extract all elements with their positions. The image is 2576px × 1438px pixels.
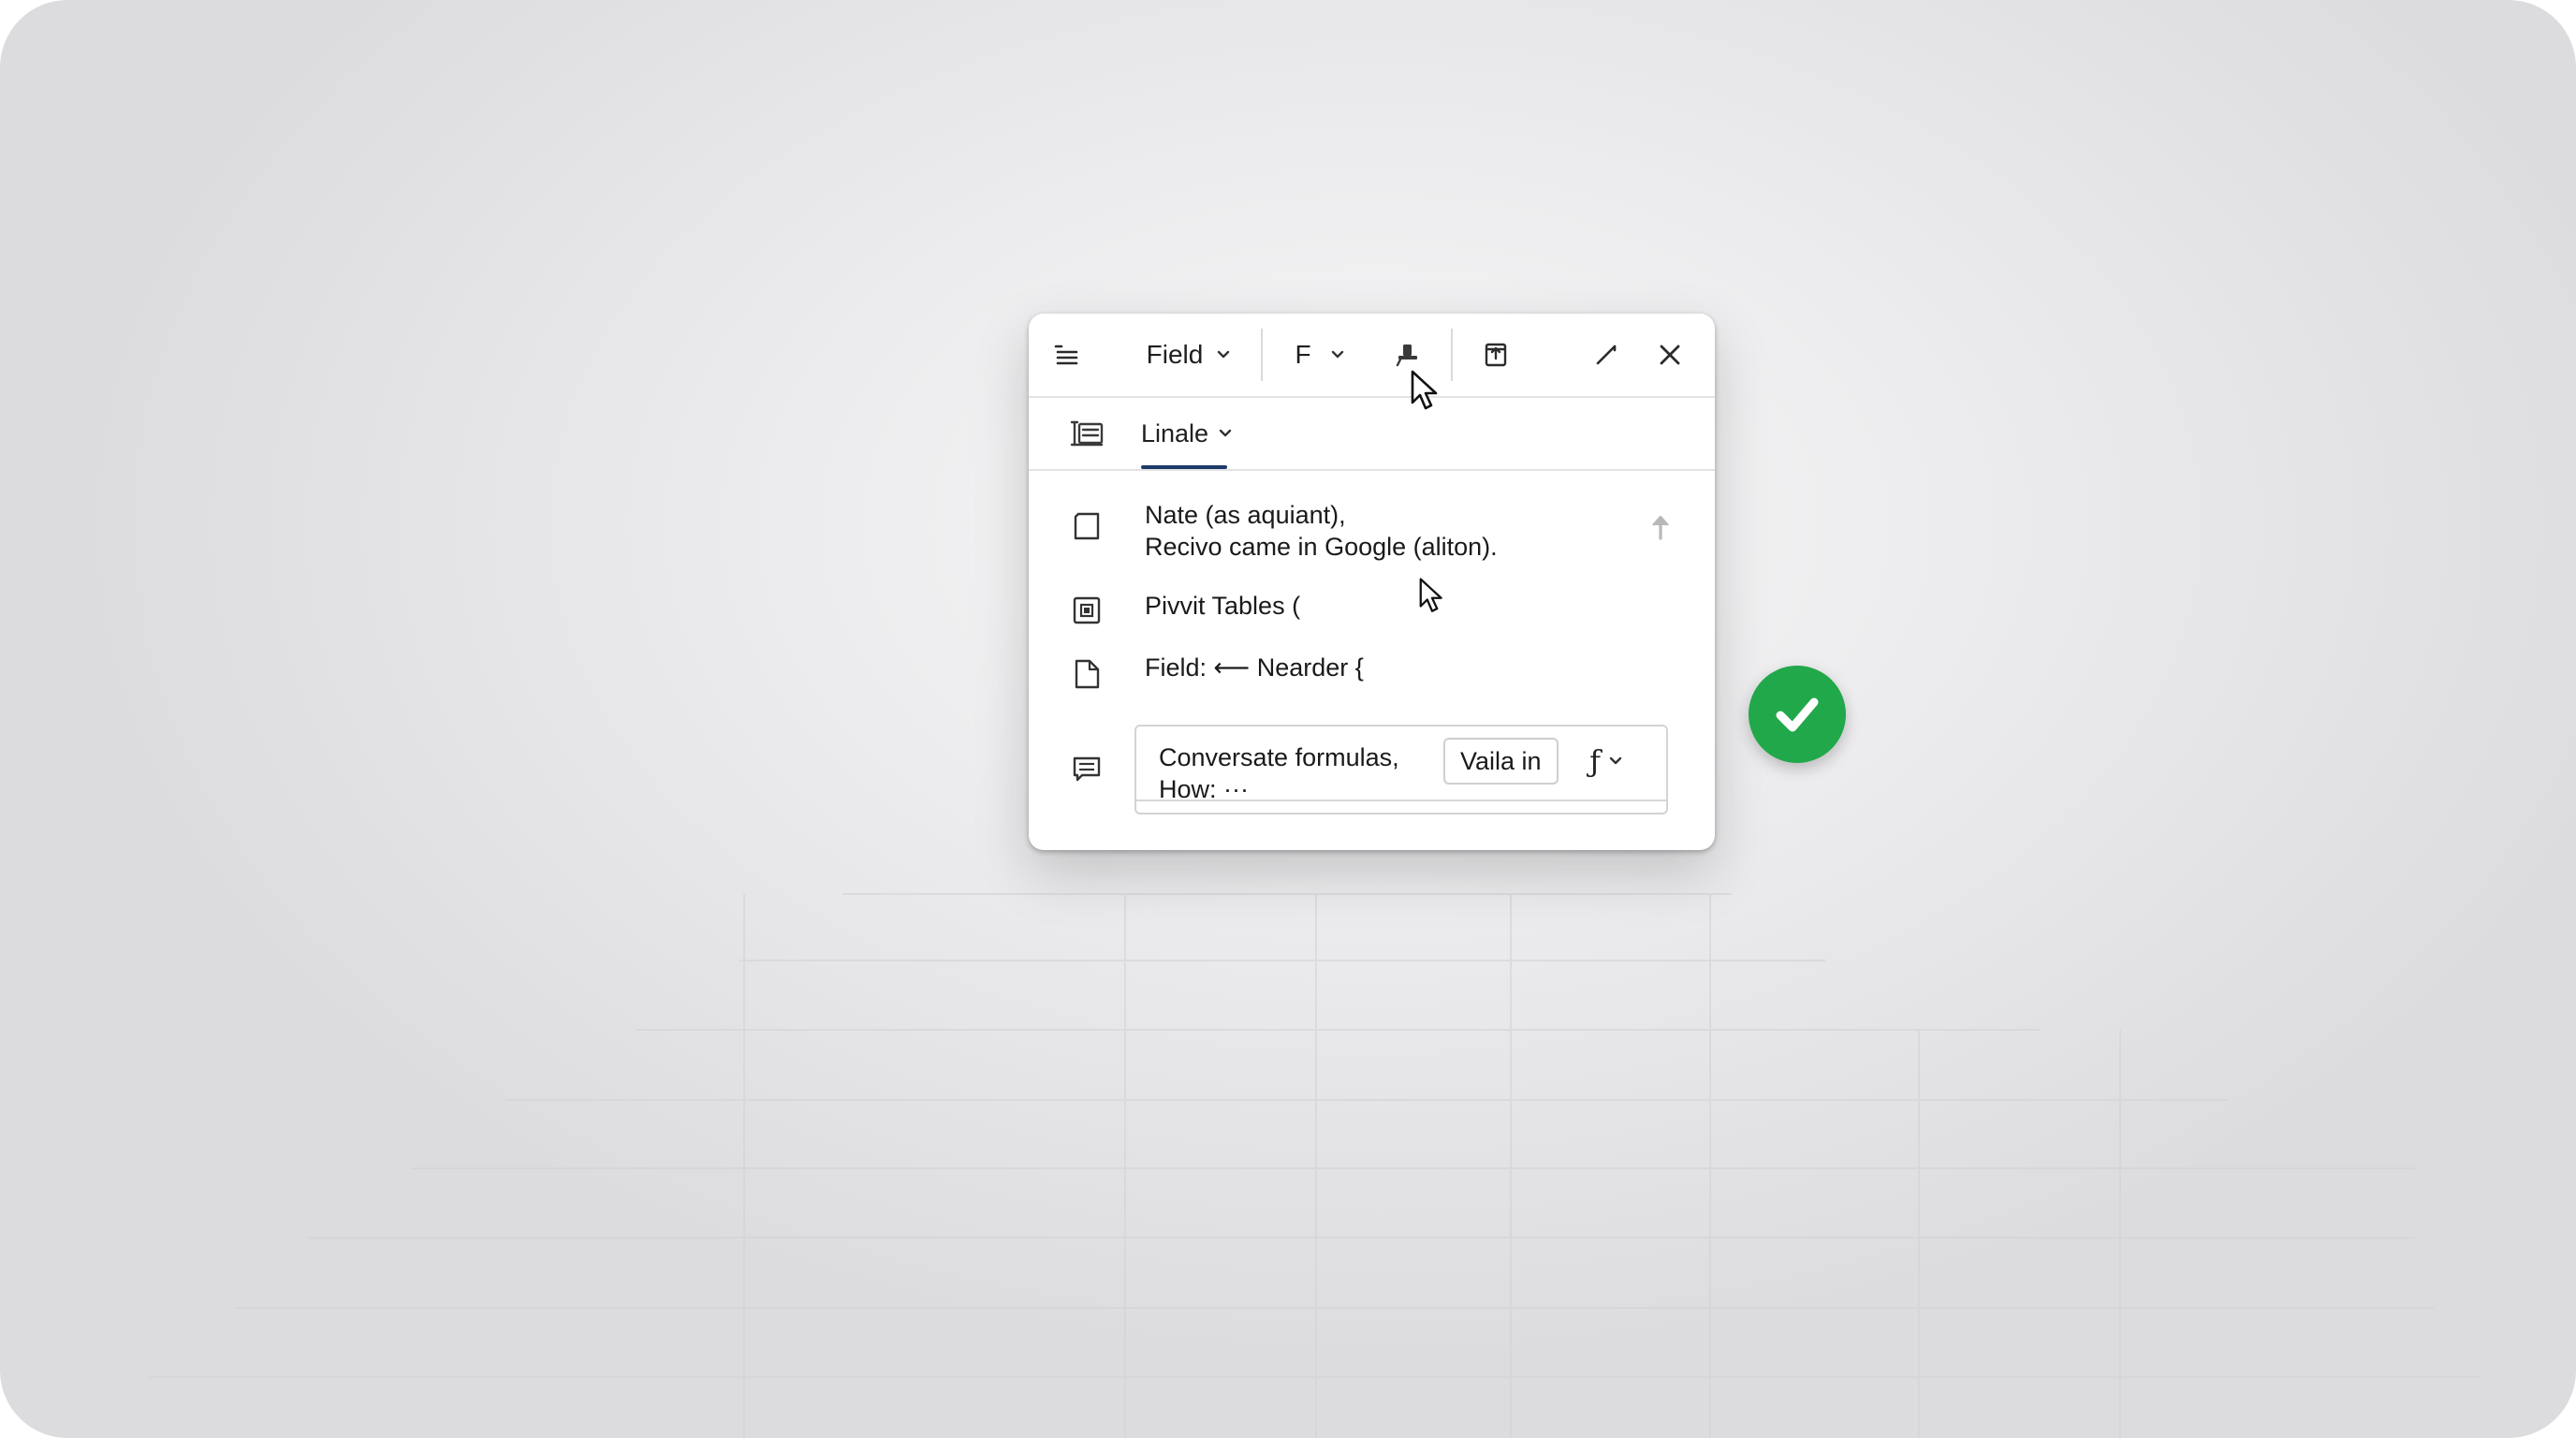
desktop-background: Field F Linale Nate (as aquiant), Recivo… [0, 0, 2576, 1438]
tab-linale[interactable]: Linale [1141, 398, 1233, 469]
formula-text: Conversate formulas, How: ··· [1159, 741, 1399, 805]
document-icon [1068, 655, 1105, 693]
list-item-field[interactable]: Field: ⟵ Nearder { [1145, 652, 1364, 683]
list-item-account[interactable]: Nate (as aquiant), Recivo came in Google… [1145, 499, 1498, 563]
field-dropdown[interactable]: Field [1134, 314, 1244, 396]
close-icon [1660, 345, 1680, 365]
mouse-cursor [1419, 578, 1442, 612]
list-item-line: Recivo came in Google (aliton). [1145, 533, 1498, 561]
field-dropdown-label: Field [1146, 340, 1204, 369]
formula-line: Conversate formulas, [1159, 743, 1399, 771]
font-dropdown[interactable]: F [1280, 314, 1360, 396]
export-icon [1485, 343, 1507, 367]
tab-linale-label: Linale [1141, 418, 1209, 448]
font-dropdown-label: F [1295, 340, 1311, 369]
list-item-line: Nate (as aquiant), [1145, 501, 1346, 529]
menu-lines-icon [1054, 345, 1078, 365]
scroll-up-button[interactable] [1642, 508, 1679, 546]
export-button[interactable] [1472, 314, 1519, 396]
mouse-cursor [1411, 370, 1438, 410]
list-outline-icon [1068, 415, 1105, 452]
formula-helper-dialog: Field F Linale Nate (as aquiant), Recivo… [1029, 314, 1715, 850]
format-painter-icon [1396, 345, 1417, 367]
function-icon: ƒ [1589, 743, 1601, 779]
dialog-toolbar: Field F [1029, 314, 1715, 398]
success-badge [1749, 666, 1846, 763]
toolbar-separator [1451, 329, 1453, 381]
chevron-down-icon [1219, 429, 1232, 437]
arrow-up-icon [1652, 515, 1669, 540]
close-button[interactable] [1647, 314, 1693, 396]
chevron-down-icon [1218, 350, 1230, 359]
formula-divider [1136, 800, 1666, 801]
chevron-down-icon [1609, 756, 1622, 765]
active-tab-indicator [1141, 465, 1227, 469]
comment-icon [1068, 750, 1105, 787]
value-chip-button[interactable]: Vaila in [1443, 738, 1559, 785]
list-item-pivot-tables[interactable]: Pivvit Tables ( [1145, 590, 1300, 622]
chevron-down-icon [1331, 350, 1343, 359]
checkmark-icon [1776, 697, 1819, 732]
function-dropdown[interactable]: ƒ [1569, 738, 1644, 785]
expand-icon [1596, 345, 1617, 365]
dialog-tab-bar: Linale [1029, 398, 1715, 471]
expand-button[interactable] [1583, 314, 1630, 396]
square-icon [1068, 507, 1105, 545]
formula-input[interactable]: Conversate formulas, How: ··· Vaila in ƒ [1134, 725, 1668, 814]
menu-button[interactable] [1036, 314, 1096, 396]
toolbar-separator [1261, 329, 1263, 381]
pivot-table-icon [1068, 592, 1105, 629]
